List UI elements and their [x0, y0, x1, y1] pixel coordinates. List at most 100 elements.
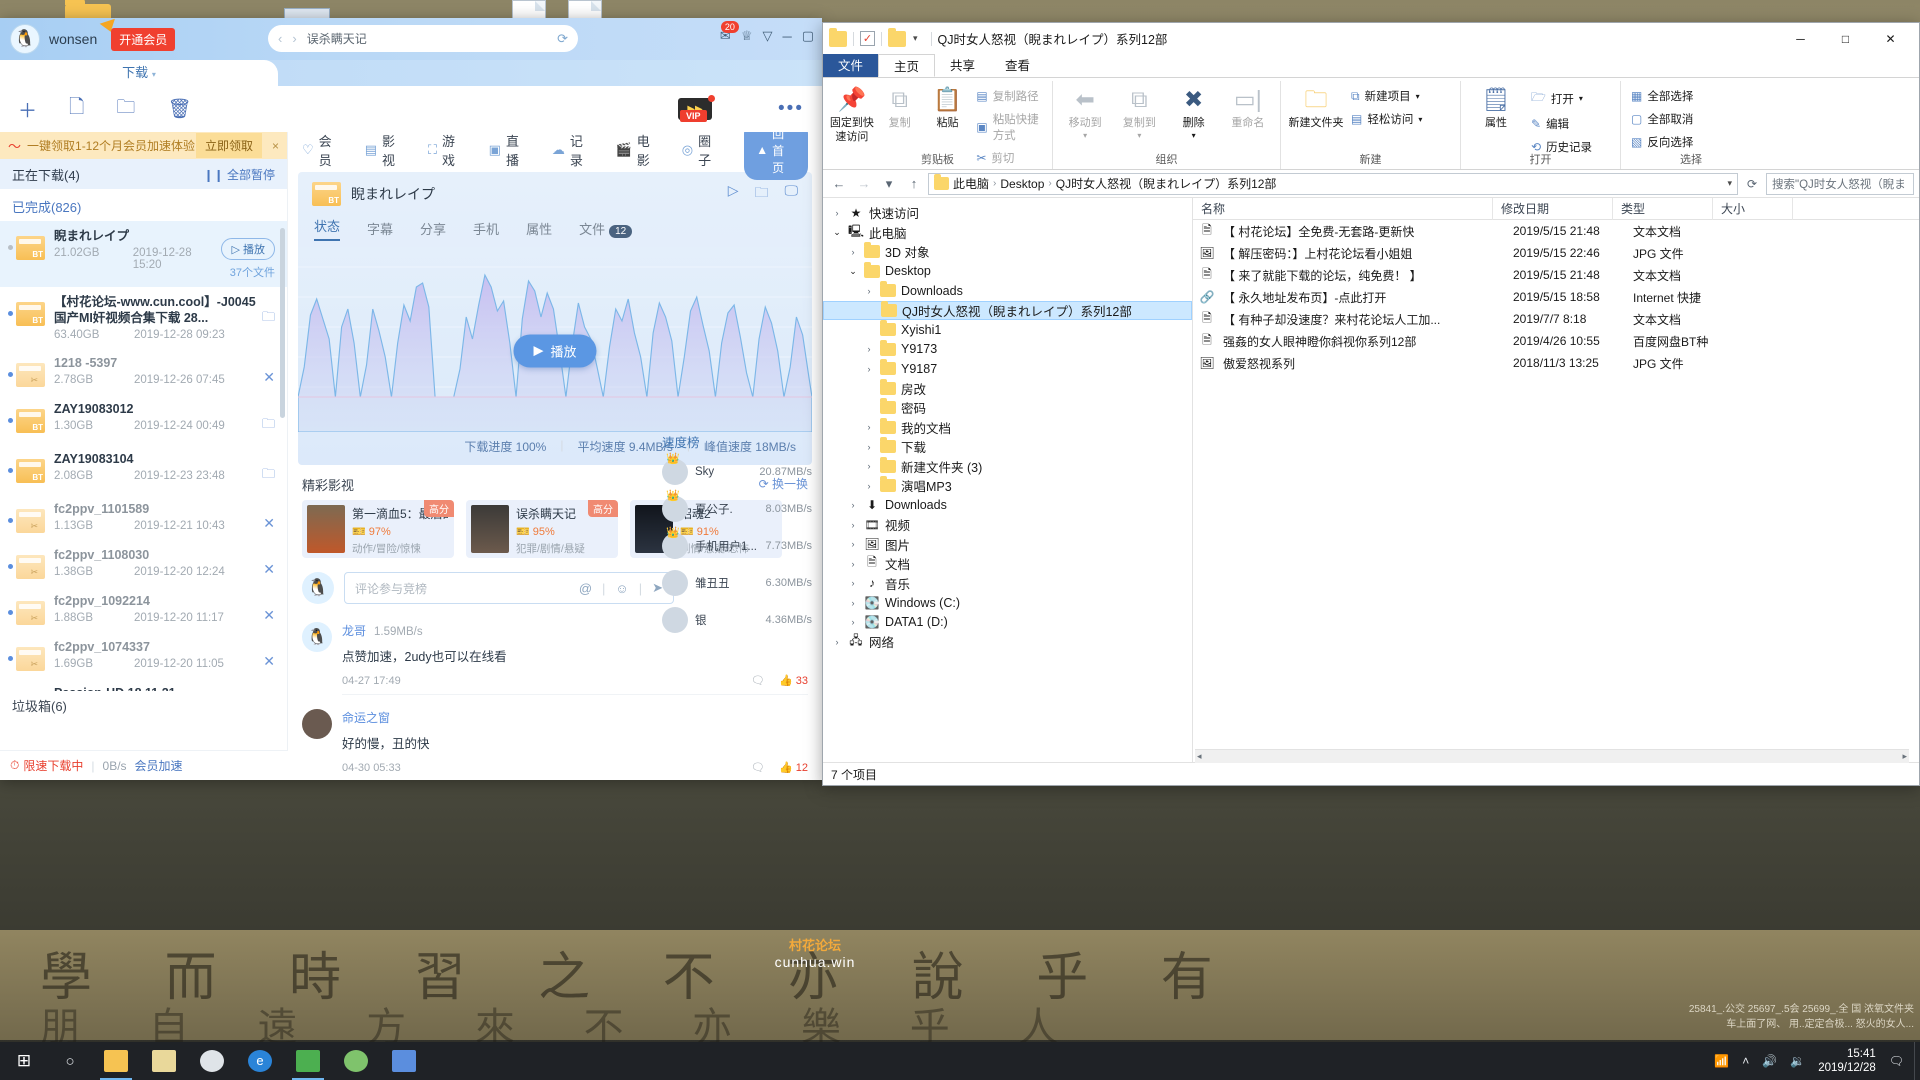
gift-icon[interactable]: ♕	[741, 28, 753, 44]
download-item[interactable]: ✂ fc2ppv_1108030 1.38GB 2019-12-20 12:24 ✕	[0, 540, 287, 586]
breadcrumb-pc[interactable]: 此电脑	[953, 175, 989, 192]
thunder-toolbar[interactable]: ＋ 🗋 🗀 🗑 ▶▶ VIP •••	[0, 86, 822, 132]
search-bar[interactable]: ‹ › 误杀瞒天记 ⟳	[268, 25, 578, 52]
tree-item-文档[interactable]: › 🗎 文档	[823, 554, 1192, 574]
open-folder-icon[interactable]: 🗀	[262, 415, 275, 437]
remove-icon[interactable]: ✕	[263, 653, 275, 670]
remove-icon[interactable]: ✕	[263, 515, 275, 532]
play-button[interactable]: ▶ 播放	[513, 334, 597, 368]
topnav-game-icon[interactable]: ⛶ 游戏	[428, 132, 459, 169]
show-desktop-button[interactable]	[1914, 1042, 1920, 1080]
breadcrumb-desktop[interactable]: Desktop	[1000, 177, 1044, 191]
column-type[interactable]: 类型	[1613, 198, 1713, 220]
minimize-button[interactable]: ─	[1778, 24, 1823, 54]
tree-item-DATA1 (D:)[interactable]: › 💽 DATA1 (D:)	[823, 613, 1192, 633]
chevron-down-icon[interactable]: ▾	[1727, 178, 1732, 189]
task-tab-分享[interactable]: 分享	[420, 219, 446, 238]
promo-close-icon[interactable]: ×	[272, 139, 279, 153]
download-item[interactable]: ✂ fc2ppv_1092214 1.88GB 2019-12-20 11:17 ✕	[0, 586, 287, 632]
move-to-button[interactable]: ⬅ 移动到 ▾	[1059, 81, 1111, 141]
tree-item-Windows (C:)[interactable]: › 💽 Windows (C:)	[823, 593, 1192, 613]
reply-icon[interactable]: 🗨	[751, 761, 765, 774]
task-tabs[interactable]: 状态 字幕 分享 手机 属性 文件 12	[298, 216, 812, 247]
emoji-icon[interactable]: ☺	[615, 581, 628, 596]
chevron-right-icon[interactable]: ›	[863, 422, 875, 432]
file-row[interactable]: 🖼 傲爱怒视系列 2018/11/3 13:25 JPG 文件	[1193, 352, 1919, 374]
taskbar-chrome-icon[interactable]	[188, 1042, 236, 1080]
clock[interactable]: 15:41 2019/12/28	[1818, 1047, 1876, 1076]
search-icon[interactable]: ○	[48, 1042, 92, 1080]
notification-icon[interactable]: 🗨	[1889, 1054, 1904, 1068]
promo-claim-button[interactable]: 立即领取	[195, 133, 262, 158]
taskbar-edge-icon[interactable]: e	[236, 1042, 284, 1080]
task-tab-状态[interactable]: 状态	[314, 216, 341, 241]
tree-item-视频[interactable]: › 🎞 视频	[823, 515, 1192, 535]
history-dropdown-button[interactable]: ▾	[878, 176, 900, 192]
tree-item-QJ时女人怒视（睨まれレイプ）系列12部[interactable]: QJ时女人怒视（睨まれレイプ）系列12部	[823, 300, 1192, 320]
list-scrollbar[interactable]	[280, 228, 285, 418]
chevron-right-icon[interactable]: ›	[863, 461, 875, 471]
address-bar[interactable]: ← → ▾ ↑ 此电脑 › Desktop › QJ时女人怒视（睨まれレイプ）系…	[823, 170, 1919, 198]
download-item[interactable]: BT 睨まれレイプ 21.02GB 2019-12-28 15:20 ▷ 播放 37个文件	[0, 221, 287, 287]
tree-item-Y9173[interactable]: › Y9173	[823, 339, 1192, 360]
reply-icon[interactable]: 🗨	[751, 674, 765, 687]
new-item-button[interactable]: ⧉ 新建项目 ▾	[1347, 86, 1426, 106]
plus-icon[interactable]: ＋	[18, 96, 37, 123]
thunder-window[interactable]: 🐧 wonsen 开通会员 ‹ › 误杀瞒天记 ⟳ ✉ 20 ♕ ▽ ─ ▢ 下载…	[0, 18, 822, 780]
home-button[interactable]: ▲ 回首页	[744, 132, 808, 180]
download-item[interactable]: BT ZAY19083104 2.08GB 2019-12-23 23:48 🗀	[0, 444, 287, 494]
movie-card[interactable]: 误杀瞒天记 🎫 95% 犯罪/剧情/悬疑 高分	[466, 500, 618, 558]
task-actions[interactable]: ▷ 🗀 🖵	[728, 182, 798, 206]
new-folder-icon[interactable]: 🗀	[116, 93, 135, 125]
taskbar-notes-icon[interactable]	[380, 1042, 428, 1080]
window-controls[interactable]: ✉ 20 ♕ ▽ ─ ▢	[720, 21, 814, 44]
chevron-down-icon[interactable]: ⌄	[831, 227, 843, 238]
chevron-up-icon[interactable]: ˄	[1742, 1054, 1749, 1068]
vip-film-icon[interactable]: ▶▶ VIP	[678, 95, 716, 122]
up-button[interactable]: ↑	[903, 176, 925, 191]
back-button[interactable]: ←	[828, 176, 850, 191]
tree-item-此电脑[interactable]: ⌄ 🖳 此电脑	[823, 223, 1192, 243]
chevron-right-icon[interactable]: ›	[847, 500, 859, 510]
breadcrumb-current[interactable]: QJ时女人怒视（睨まれレイプ）系列12部	[1056, 175, 1277, 192]
download-item[interactable]: ✂Passion-HD.18.11.211.32GB2019-12-20 10:…	[0, 678, 287, 691]
open-button[interactable]: 🗁 打开 ▾	[1527, 86, 1596, 111]
download-list[interactable]: BT 睨まれレイプ 21.02GB 2019-12-28 15:20 ▷ 播放 37个文件…	[0, 221, 287, 691]
navigation-tree[interactable]: › ★ 快速访问 ⌄ 🖳 此电脑 › 3D 对象 ⌄ Desktop › Downloads QJ时女人…	[823, 198, 1193, 762]
play-task-button[interactable]: ▷ 播放	[221, 238, 275, 260]
tab-file[interactable]: 文件	[823, 54, 879, 77]
file-row[interactable]: 🗎 【 来了就能下载的论坛，纯免费！ 】 2019/5/15 21:48 文本文档	[1193, 264, 1919, 286]
tree-item-Downloads[interactable]: › Downloads	[823, 281, 1192, 301]
completed-label[interactable]: 已完成(826)	[0, 189, 287, 221]
tree-item-音乐[interactable]: › ♪ 音乐	[823, 574, 1192, 594]
task-tab-手机[interactable]: 手机	[473, 219, 499, 238]
topnav-circle-icon[interactable]: ◎ 圈子	[682, 132, 714, 169]
tree-item-新建文件夹 (3)[interactable]: › 新建文件夹 (3)	[823, 456, 1192, 477]
new-folder-button[interactable]: 🗀 新建文件夹	[1287, 81, 1345, 131]
like-button[interactable]: 👍 33	[779, 674, 808, 687]
tree-item-下载[interactable]: › 下载	[823, 437, 1192, 457]
download-item[interactable]: ✂ fc2ppv_1074337 1.69GB 2019-12-20 11:05 ✕	[0, 632, 287, 678]
search-input[interactable]: 搜索"QJ时女人怒视（睨ま	[1766, 172, 1914, 195]
quick-access-folder-icon[interactable]	[829, 27, 847, 47]
chevron-right-icon[interactable]: ›	[847, 598, 859, 608]
file-explorer-window[interactable]: ✓ ▾ QJ时女人怒视（睨まれレイプ）系列12部 ─ □ ✕ 文件 主页 共享 …	[822, 22, 1920, 786]
ribbon-tabs[interactable]: 文件 主页 共享 查看	[823, 54, 1919, 78]
maximize-button[interactable]: □	[1823, 24, 1868, 54]
breadcrumb[interactable]: 此电脑 › Desktop › QJ时女人怒视（睨まれレイプ）系列12部 ▾	[928, 172, 1738, 195]
tree-item-Y9187[interactable]: › Y9187	[823, 359, 1192, 379]
tree-item-3D 对象[interactable]: › 3D 对象	[823, 242, 1192, 262]
topnav-cloud-icon[interactable]: ☁ 记录	[552, 132, 586, 169]
trash-icon[interactable]: 🗑	[167, 97, 191, 121]
edit-button[interactable]: ✎ 编辑	[1527, 114, 1596, 134]
download-item[interactable]: BT 【村花论坛-www.cun.cool】-J0045国产MI奸视频合集下载 2…	[0, 287, 287, 348]
taskbar-file-explorer-icon[interactable]	[92, 1042, 140, 1080]
properties-button[interactable]: 🗒 属性	[1467, 81, 1525, 131]
tree-item-我的文档[interactable]: › 我的文档	[823, 417, 1192, 438]
taskbar-folder-icon[interactable]	[140, 1042, 188, 1080]
thunder-topnav[interactable]: ♡ 会员 ▤ 影视 ⛶ 游戏 ▣ 直播 ☁ 记录 🎬 电影 ◎ 圈子 ▲ 回首页	[288, 132, 822, 180]
tab-download[interactable]: 下载 ▾	[0, 60, 278, 86]
thunder-tabbar[interactable]: 下载 ▾	[0, 60, 822, 86]
chevron-right-icon[interactable]: ›	[847, 520, 859, 530]
minimize-button[interactable]: ─	[782, 29, 791, 44]
